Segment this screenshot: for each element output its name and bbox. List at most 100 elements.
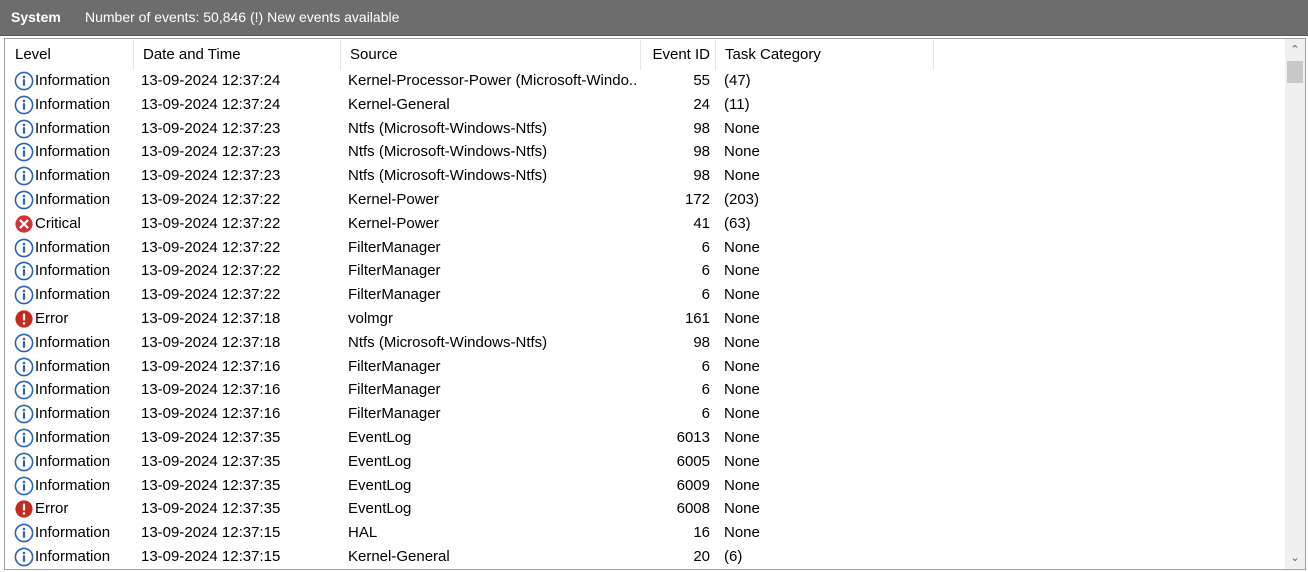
info-icon (14, 285, 34, 305)
info-icon (14, 119, 34, 139)
event-row[interactable]: Information 13-09-2024 12:37:23 Ntfs (Micr… (6, 140, 1287, 164)
event-row[interactable]: Information 13-09-2024 12:37:16 FilterMana… (6, 355, 1287, 379)
event-row[interactable]: Information 13-09-2024 12:37:15 HAL 16 None (6, 521, 1287, 545)
event-row[interactable]: Information 13-09-2024 12:37:24 Kernel-Pro… (6, 69, 1287, 93)
scroll-up-icon[interactable]: ⌃ (1285, 41, 1305, 59)
date-cell: 13-09-2024 12:37:16 (141, 405, 281, 423)
source-cell: Kernel-General (348, 95, 450, 113)
event-row[interactable]: Information 13-09-2024 12:37:16 FilterMana… (6, 402, 1287, 426)
error-icon (14, 499, 34, 519)
event-list[interactable]: Level Date and Time Source Event ID Task… (4, 38, 1306, 570)
event-row[interactable]: Information 13-09-2024 12:37:22 FilterMana… (6, 236, 1287, 260)
event-row[interactable]: Information 13-09-2024 12:37:18 Ntfs (Micr… (6, 331, 1287, 355)
source-cell: Kernel-Processor-Power (Microsoft-Windo.… (348, 72, 638, 89)
event-row[interactable]: Information 13-09-2024 12:37:35 EventLog 60… (6, 474, 1287, 498)
event-id-cell: 6 (701, 286, 710, 304)
date-cell: 13-09-2024 12:37:24 (141, 95, 281, 113)
task-category-cell: (47) (724, 72, 751, 89)
source-cell: FilterManager (348, 238, 441, 256)
date-cell: 13-09-2024 12:37:23 (141, 143, 281, 161)
event-row[interactable]: Error 13-09-2024 12:37:35 EventLog 6008 None (6, 497, 1287, 521)
task-category-cell: None (724, 119, 760, 137)
level-label: Information (35, 476, 111, 494)
task-category-cell: None (724, 238, 760, 256)
event-id-cell: 172 (684, 190, 710, 208)
column-header-level[interactable]: Level (6, 40, 134, 70)
info-icon (14, 261, 34, 281)
column-header-event-id[interactable]: Event ID (641, 40, 716, 70)
log-name: System (11, 9, 61, 25)
event-id-cell: 6 (701, 357, 710, 375)
date-cell: 13-09-2024 12:37:24 (141, 72, 281, 89)
date-cell: 13-09-2024 12:37:35 (141, 476, 281, 494)
column-header-task-category[interactable]: Task Category (716, 40, 934, 70)
info-icon (14, 523, 34, 543)
event-id-cell: 20 (693, 547, 710, 565)
level-cell: Information (14, 355, 134, 379)
event-row[interactable]: Information 13-09-2024 12:37:22 FilterMana… (6, 259, 1287, 283)
source-cell: EventLog (348, 452, 412, 470)
level-cell: Information (14, 140, 134, 164)
scroll-thumb[interactable] (1287, 61, 1303, 83)
level-cell: Information (14, 117, 134, 141)
info-icon (14, 476, 34, 496)
level-cell: Information (14, 378, 134, 402)
level-cell: Information (14, 69, 134, 93)
task-category-cell: None (724, 524, 760, 542)
event-row[interactable]: Information 13-09-2024 12:37:35 EventLog 60… (6, 450, 1287, 474)
event-id-cell: 41 (693, 214, 710, 232)
event-row[interactable]: Information 13-09-2024 12:37:23 Ntfs (Micr… (6, 164, 1287, 188)
source-cell: EventLog (348, 476, 412, 494)
level-label: Error (35, 500, 69, 518)
date-cell: 13-09-2024 12:37:16 (141, 357, 281, 375)
task-category-cell: None (724, 286, 760, 304)
event-row[interactable]: Information 13-09-2024 12:37:22 FilterMana… (6, 283, 1287, 307)
task-category-cell: (11) (724, 95, 750, 113)
event-id-cell: 98 (693, 167, 710, 185)
task-category-cell: None (724, 428, 760, 446)
event-id-cell: 6013 (676, 428, 710, 446)
event-id-cell: 6009 (676, 476, 710, 494)
date-cell: 13-09-2024 12:37:15 (141, 524, 281, 542)
event-id-cell: 6 (701, 262, 710, 280)
task-category-cell: (6) (724, 547, 743, 565)
task-category-cell: None (724, 167, 760, 185)
event-row[interactable]: Information 13-09-2024 12:37:22 Kernel-Pow… (6, 188, 1287, 212)
event-id-cell: 16 (693, 524, 710, 542)
level-label: Information (35, 547, 111, 565)
event-row[interactable]: Error 13-09-2024 12:37:18 volmgr 161 None (6, 307, 1287, 331)
event-row[interactable]: Information 13-09-2024 12:37:15 Kernel-Gen… (6, 545, 1287, 569)
date-cell: 13-09-2024 12:37:15 (141, 547, 281, 565)
column-header-source[interactable]: Source (341, 40, 641, 70)
event-row[interactable]: Critical 13-09-2024 12:37:22 Kernel-Power 4… (6, 212, 1287, 236)
date-cell: 13-09-2024 12:37:22 (141, 286, 281, 304)
info-icon (14, 71, 34, 91)
event-row[interactable]: Information 13-09-2024 12:37:24 Kernel-Gen… (6, 93, 1287, 117)
level-label: Information (35, 143, 111, 161)
task-category-cell: None (724, 262, 760, 280)
task-category-cell: None (724, 309, 760, 327)
event-id-cell: 98 (693, 333, 710, 351)
level-label: Information (35, 357, 111, 375)
event-id-cell: 6 (701, 405, 710, 423)
date-cell: 13-09-2024 12:37:16 (141, 381, 281, 399)
level-label: Information (35, 381, 111, 399)
column-header-date[interactable]: Date and Time (134, 40, 341, 70)
info-icon (14, 238, 34, 258)
source-cell: Kernel-General (348, 547, 450, 565)
level-cell: Information (14, 521, 134, 545)
event-row[interactable]: Information 13-09-2024 12:37:16 FilterMana… (6, 378, 1287, 402)
event-row[interactable]: Information 13-09-2024 12:37:23 Ntfs (Micr… (6, 117, 1287, 141)
info-icon (14, 166, 34, 186)
event-id-cell: 98 (693, 119, 710, 137)
info-icon (14, 452, 34, 472)
vertical-scrollbar[interactable]: ⌃ ⌄ (1285, 39, 1305, 569)
level-label: Information (35, 190, 111, 208)
scroll-down-icon[interactable]: ⌄ (1285, 549, 1305, 567)
source-cell: Kernel-Power (348, 214, 439, 232)
task-category-cell: None (724, 333, 760, 351)
info-icon (14, 404, 34, 424)
level-label: Critical (35, 214, 81, 232)
event-count-info[interactable]: Number of events: 50,846 (!) New events … (85, 9, 399, 25)
event-row[interactable]: Information 13-09-2024 12:37:35 EventLog 60… (6, 426, 1287, 450)
